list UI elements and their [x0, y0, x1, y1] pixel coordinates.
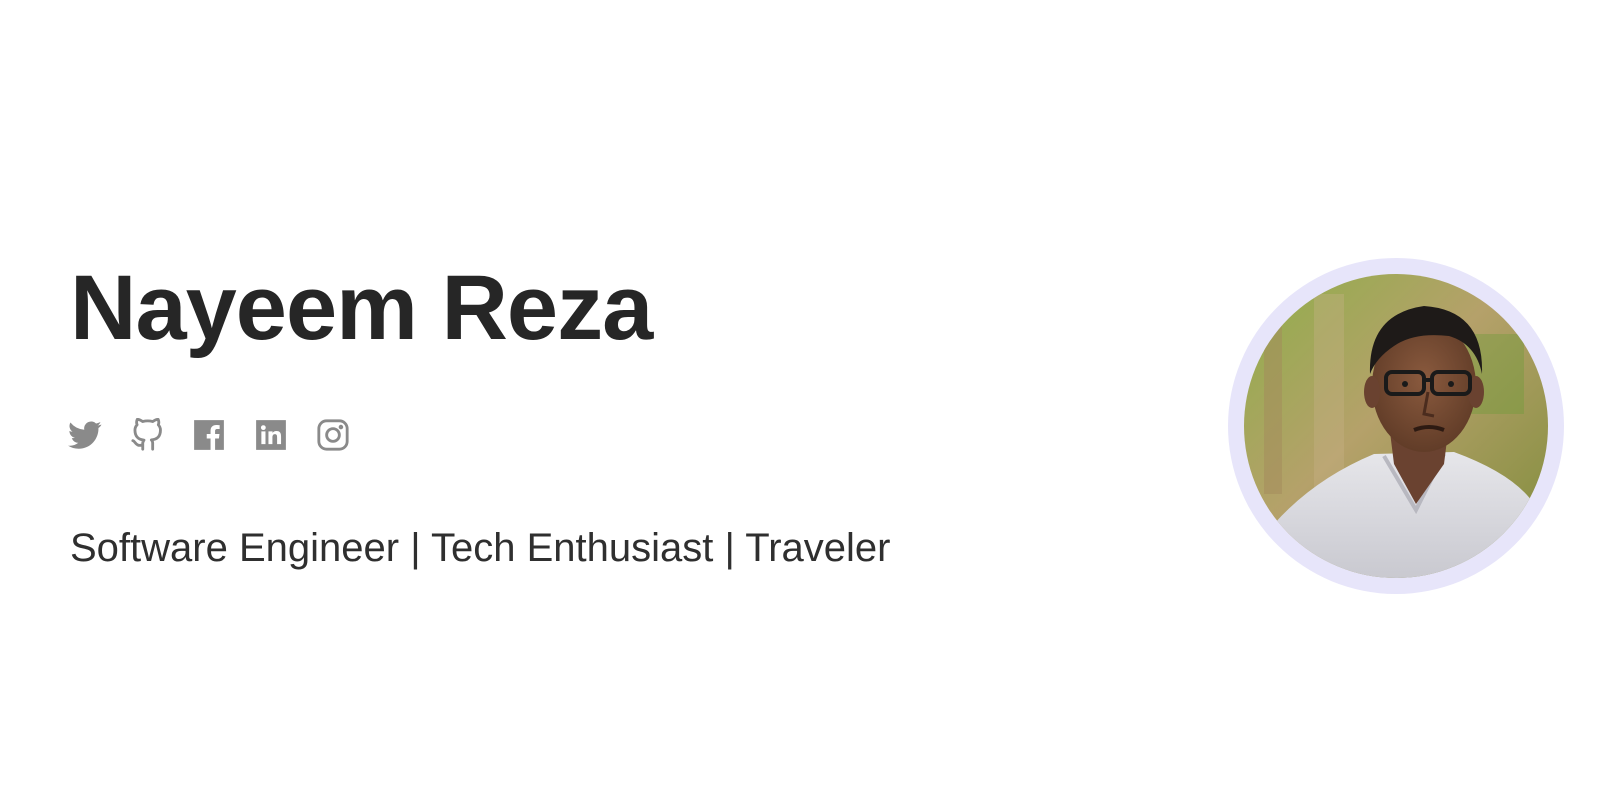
instagram-link[interactable] — [316, 418, 350, 452]
facebook-icon — [194, 420, 224, 450]
twitter-icon — [68, 421, 102, 449]
avatar-frame — [1228, 258, 1564, 594]
linkedin-link[interactable] — [254, 418, 288, 452]
social-links — [68, 418, 350, 452]
github-link[interactable] — [130, 418, 164, 452]
profile-photo — [1244, 274, 1548, 578]
linkedin-icon — [256, 420, 286, 450]
facebook-link[interactable] — [192, 418, 226, 452]
avatar — [1244, 274, 1548, 578]
profile-name: Nayeem Reza — [70, 257, 653, 359]
instagram-icon — [317, 419, 349, 451]
hero-section: Nayeem Reza Software Engineer | Tech Ent… — [0, 0, 1608, 804]
twitter-link[interactable] — [68, 418, 102, 452]
profile-tagline: Software Engineer | Tech Enthusiast | Tr… — [70, 526, 891, 570]
github-icon — [131, 418, 162, 451]
